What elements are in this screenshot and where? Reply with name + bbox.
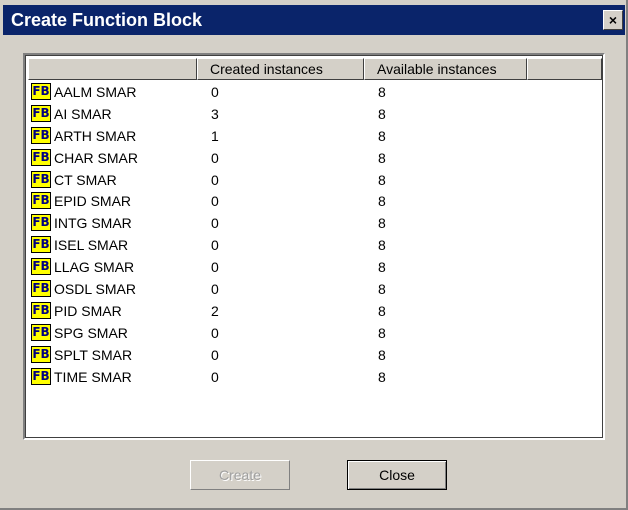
block-name: AI SMAR	[54, 105, 112, 122]
created-instances-value: 0	[211, 149, 219, 166]
available-instances-value: 8	[378, 259, 386, 276]
available-instances-value: 8	[378, 149, 386, 166]
available-instances-value: 8	[378, 237, 386, 254]
block-name: TIME SMAR	[54, 368, 132, 385]
available-instances-value: 8	[378, 171, 386, 188]
available-instances-value: 8	[378, 127, 386, 144]
function-block-icon: FB	[31, 214, 51, 232]
function-block-icon: FB	[31, 323, 51, 341]
list-item[interactable]: FB LLAG SMAR 0 8	[28, 256, 602, 278]
block-name: CT SMAR	[54, 171, 117, 188]
available-instances-value: 8	[378, 368, 386, 385]
list-item[interactable]: FB AALM SMAR 0 8	[28, 81, 602, 103]
function-block-list[interactable]: Created instances Available instances FB…	[23, 53, 605, 440]
header-available-instances[interactable]: Available instances	[364, 58, 527, 80]
available-instances-value: 8	[378, 346, 386, 363]
function-block-icon: FB	[31, 192, 51, 210]
title-bar: Create Function Block ×	[3, 5, 625, 35]
function-block-icon: FB	[31, 280, 51, 298]
list-item[interactable]: FB ISEL SMAR 0 8	[28, 234, 602, 256]
available-instances-value: 8	[378, 215, 386, 232]
function-block-icon: FB	[31, 258, 51, 276]
available-instances-value: 8	[378, 281, 386, 298]
created-instances-value: 2	[211, 302, 219, 319]
create-button[interactable]: Create	[190, 460, 290, 490]
block-name: ISEL SMAR	[54, 237, 129, 254]
function-block-icon: FB	[31, 236, 51, 254]
list-item[interactable]: FB OSDL SMAR 0 8	[28, 278, 602, 300]
created-instances-value: 0	[211, 281, 219, 298]
created-instances-value: 0	[211, 171, 219, 188]
list-header: Created instances Available instances	[28, 58, 602, 80]
dialog-title: Create Function Block	[11, 10, 203, 30]
created-instances-value: 1	[211, 127, 219, 144]
block-name: SPG SMAR	[54, 324, 128, 341]
created-instances-value: 0	[211, 237, 219, 254]
created-instances-value: 0	[211, 368, 219, 385]
created-instances-value: 0	[211, 215, 219, 232]
list-rows: FB AALM SMAR 0 8 FB AI SMAR 3 8 FB ARTH SMAR 1 8 FB C…	[28, 81, 602, 387]
created-instances-value: 0	[211, 193, 219, 210]
close-icon[interactable]: ×	[603, 10, 623, 30]
block-name: EPID SMAR	[54, 193, 132, 210]
header-created-instances[interactable]: Created instances	[197, 58, 364, 80]
created-instances-value: 3	[211, 105, 219, 122]
available-instances-value: 8	[378, 324, 386, 341]
available-instances-value: 8	[378, 105, 386, 122]
block-name: INTG SMAR	[54, 215, 132, 232]
block-name: LLAG SMAR	[54, 259, 135, 276]
list-item[interactable]: FB AI SMAR 3 8	[28, 103, 602, 125]
list-item[interactable]: FB EPID SMAR 0 8	[28, 190, 602, 212]
list-item[interactable]: FB ARTH SMAR 1 8	[28, 125, 602, 147]
function-block-icon: FB	[31, 345, 51, 363]
block-name: AALM SMAR	[54, 84, 137, 100]
function-block-icon: FB	[31, 126, 51, 144]
list-item[interactable]: FB INTG SMAR 0 8	[28, 212, 602, 234]
list-item[interactable]: FB CT SMAR 0 8	[28, 169, 602, 191]
available-instances-value: 8	[378, 302, 386, 319]
header-name[interactable]	[28, 58, 197, 80]
header-empty[interactable]	[527, 58, 602, 80]
function-block-icon: FB	[31, 148, 51, 166]
dialog-window: Create Function Block × Created instance…	[0, 0, 628, 510]
list-item[interactable]: FB CHAR SMAR 0 8	[28, 147, 602, 169]
function-block-icon: FB	[31, 367, 51, 385]
available-instances-value: 8	[378, 84, 386, 100]
function-block-icon: FB	[31, 301, 51, 319]
created-instances-value: 0	[211, 346, 219, 363]
list-item[interactable]: FB PID SMAR 2 8	[28, 300, 602, 322]
block-name: PID SMAR	[54, 302, 122, 319]
block-name: OSDL SMAR	[54, 281, 136, 298]
close-button[interactable]: Close	[347, 460, 447, 490]
function-block-icon: FB	[31, 104, 51, 122]
list-item[interactable]: FB TIME SMAR 0 8	[28, 366, 602, 388]
block-name: ARTH SMAR	[54, 127, 137, 144]
function-block-icon: FB	[31, 170, 51, 188]
created-instances-value: 0	[211, 324, 219, 341]
available-instances-value: 8	[378, 193, 386, 210]
list-item[interactable]: FB SPLT SMAR 0 8	[28, 344, 602, 366]
block-name: CHAR SMAR	[54, 149, 139, 166]
created-instances-value: 0	[211, 84, 219, 100]
list-item[interactable]: FB SPG SMAR 0 8	[28, 322, 602, 344]
function-block-icon: FB	[31, 83, 51, 100]
block-name: SPLT SMAR	[54, 346, 133, 363]
created-instances-value: 0	[211, 259, 219, 276]
